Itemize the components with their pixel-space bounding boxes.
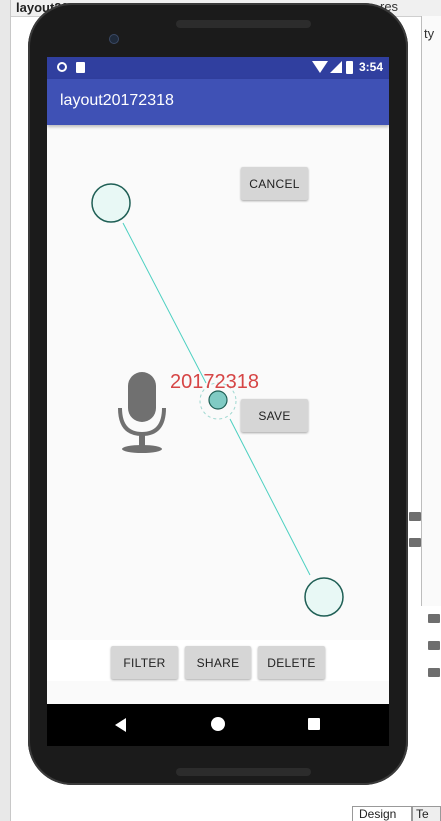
- bottom-drag-handle[interactable]: [304, 577, 344, 617]
- back-icon[interactable]: [115, 718, 126, 732]
- ide-component-icon[interactable]: [409, 538, 421, 547]
- ide-component-icon[interactable]: [428, 641, 440, 650]
- number-label: 20172318: [170, 371, 259, 393]
- ide-right-panel-text: ty: [424, 26, 435, 41]
- ide-text-tab[interactable]: Te: [412, 806, 441, 821]
- connector-line-bottom: [229, 418, 311, 576]
- microphone-icon: [118, 372, 166, 453]
- device-screen: 3:54 layout20172318 20172318 CANCEL SAVE…: [47, 57, 389, 746]
- navigation-bar: [47, 704, 389, 746]
- earpiece-speaker: [176, 20, 311, 28]
- ide-right-panel: ty: [421, 16, 441, 606]
- ide-component-icon[interactable]: [409, 512, 421, 521]
- ide-component-icon[interactable]: [428, 614, 440, 623]
- ide-left-toolbar: [0, 0, 11, 821]
- filter-button[interactable]: FILTER: [111, 646, 178, 679]
- ide-component-icon[interactable]: [428, 668, 440, 677]
- bottom-speaker: [176, 768, 311, 776]
- cancel-button[interactable]: CANCEL: [241, 167, 308, 200]
- top-drag-handle[interactable]: [91, 183, 131, 223]
- delete-button[interactable]: DELETE: [258, 646, 325, 679]
- recent-apps-icon[interactable]: [308, 718, 320, 730]
- save-button[interactable]: SAVE: [241, 399, 308, 432]
- connector-line-top: [122, 222, 207, 384]
- ide-design-tab[interactable]: Design: [352, 806, 412, 821]
- home-icon[interactable]: [211, 717, 225, 731]
- front-camera: [109, 34, 119, 44]
- share-button[interactable]: SHARE: [185, 646, 251, 679]
- bottom-button-bar: FILTER SHARE DELETE: [47, 640, 389, 681]
